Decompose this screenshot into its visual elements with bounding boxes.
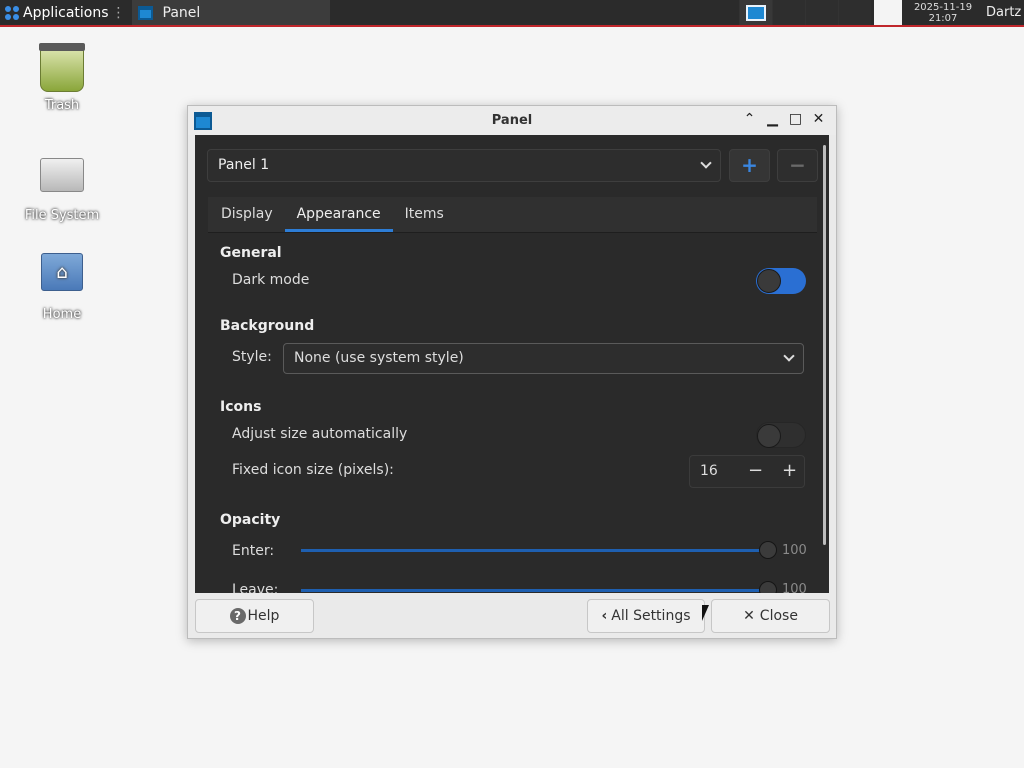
window-titlebar[interactable]: Panel ⌃ ▁ □ ✕ xyxy=(188,106,836,135)
enter-opacity-slider-handle[interactable] xyxy=(759,541,777,559)
system-tray: 2025-11-19 21:07 Dartz xyxy=(739,0,1024,25)
desktop-icon-label: File System xyxy=(24,208,100,223)
settings-content: Panel 1 + − Display Appearance Items Gen… xyxy=(195,135,829,593)
remove-panel-button[interactable]: − xyxy=(777,149,818,182)
desktop-icon-label: Home xyxy=(42,307,82,322)
enter-opacity-value: 100 xyxy=(782,543,807,558)
tray-notification-icon[interactable] xyxy=(874,0,902,25)
close-button[interactable]: ✕ Close xyxy=(711,599,830,633)
taskbar-task-panel[interactable]: Panel xyxy=(131,0,330,25)
icon-size-input[interactable]: 16 xyxy=(700,463,718,479)
tab-display[interactable]: Display xyxy=(209,197,285,232)
chevron-left-icon: ‹ xyxy=(601,608,608,624)
workspace-2-button[interactable] xyxy=(772,0,805,25)
decrement-button[interactable]: − xyxy=(748,460,763,481)
settings-tabs: Display Appearance Items xyxy=(208,197,817,233)
leave-opacity-label: Leave: xyxy=(232,582,279,593)
close-label: Close xyxy=(759,608,798,624)
toggle-knob xyxy=(757,424,781,448)
leave-opacity-slider[interactable] xyxy=(301,589,763,592)
background-style-dropdown[interactable]: None (use system style) xyxy=(283,343,804,374)
fixed-icon-size-label: Fixed icon size (pixels): xyxy=(232,462,394,478)
workspace-1-button[interactable] xyxy=(739,0,772,25)
workspace-3-button[interactable] xyxy=(805,0,838,25)
clock[interactable]: 2025-11-19 21:07 xyxy=(902,2,984,24)
applications-icon xyxy=(5,5,19,20)
task-title: Panel xyxy=(162,4,201,21)
all-settings-button[interactable]: ‹ All Settings xyxy=(587,599,705,633)
close-window-button[interactable]: ✕ xyxy=(807,111,830,127)
applications-menu-button[interactable]: Applications ⋮ xyxy=(0,0,130,25)
panel-select-dropdown[interactable]: Panel 1 xyxy=(207,149,721,182)
enter-opacity-label: Enter: xyxy=(232,543,275,559)
desktop-icon-home[interactable]: ⌂ Home xyxy=(7,253,117,322)
increment-button[interactable]: + xyxy=(782,460,797,481)
shade-button[interactable]: ⌃ xyxy=(738,111,761,127)
content-scrollbar[interactable] xyxy=(823,145,826,545)
help-icon: ? xyxy=(229,608,246,624)
dark-mode-toggle[interactable] xyxy=(756,268,806,294)
workspace-4-button[interactable] xyxy=(838,0,871,25)
enter-opacity-slider[interactable] xyxy=(301,549,763,552)
all-settings-label: All Settings xyxy=(611,608,691,624)
chevron-down-icon xyxy=(700,157,712,169)
toggle-knob xyxy=(757,269,781,293)
leave-opacity-value: 100 xyxy=(782,582,807,593)
section-heading-icons: Icons xyxy=(220,399,262,415)
style-label: Style: xyxy=(232,349,272,365)
section-heading-background: Background xyxy=(220,318,315,334)
applications-label: Applications xyxy=(23,4,109,21)
desktop-icon-file-system[interactable]: File System xyxy=(7,152,117,223)
help-button[interactable]: ? Help xyxy=(195,599,314,633)
background-style-value: None (use system style) xyxy=(294,350,464,366)
clock-time: 21:07 xyxy=(928,12,958,24)
tab-appearance[interactable]: Appearance xyxy=(284,197,393,232)
drive-icon xyxy=(40,158,84,192)
dark-mode-label: Dark mode xyxy=(232,272,310,288)
home-folder-icon: ⌂ xyxy=(41,253,83,291)
help-label: Help xyxy=(247,608,280,624)
user-menu[interactable]: Dartz xyxy=(984,5,1024,20)
adjust-size-label: Adjust size automatically xyxy=(232,426,408,442)
chevron-down-icon xyxy=(783,350,795,362)
window-icon xyxy=(137,5,153,20)
section-heading-general: General xyxy=(220,245,282,261)
workspace-window-icon xyxy=(746,4,766,21)
mouse-pointer-icon xyxy=(702,605,709,621)
taskbar: Applications ⋮ Panel 2025-11-19 21:07 Da… xyxy=(0,0,1024,27)
tab-items[interactable]: Items xyxy=(393,197,456,232)
clock-date: 2025-11-19 xyxy=(913,1,973,13)
maximize-button[interactable]: □ xyxy=(784,111,807,127)
leave-opacity-slider-handle[interactable] xyxy=(759,581,777,593)
menu-separator-icon: ⋮ xyxy=(111,4,126,21)
section-heading-opacity: Opacity xyxy=(220,512,281,528)
trash-icon xyxy=(39,43,85,92)
window-app-icon xyxy=(194,112,212,130)
panel-select-value: Panel 1 xyxy=(218,157,270,173)
minimize-button[interactable]: ▁ xyxy=(761,111,784,127)
panel-preferences-window: Panel ⌃ ▁ □ ✕ Panel 1 + − Display Appear… xyxy=(187,105,837,639)
desktop-icon-trash[interactable]: Trash xyxy=(7,43,117,113)
desktop-icon-label: Trash xyxy=(44,98,80,113)
close-icon: ✕ xyxy=(743,608,755,624)
icon-size-spinner: 16 − + xyxy=(689,455,805,488)
add-panel-button[interactable]: + xyxy=(729,149,770,182)
adjust-size-toggle[interactable] xyxy=(756,422,806,448)
